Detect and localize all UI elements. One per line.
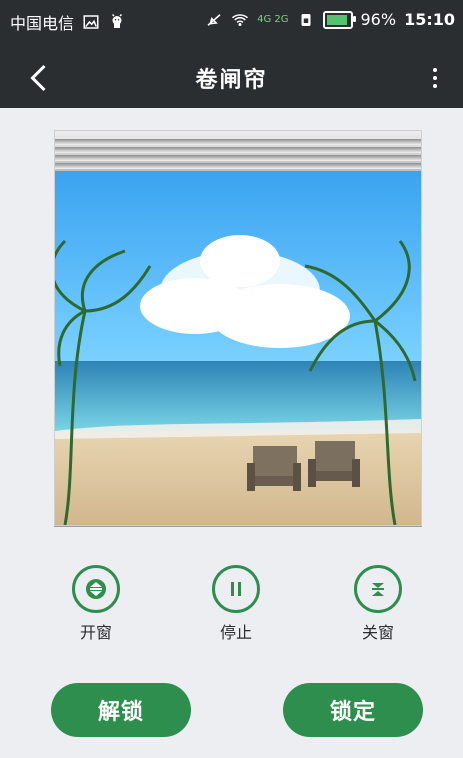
app-bar: 卷闸帘	[0, 48, 463, 108]
network-label: 4G 2G	[257, 13, 289, 25]
open-label: 开窗	[79, 623, 112, 642]
battery-percent: 96%	[360, 10, 397, 29]
shutter-preview	[54, 130, 422, 526]
beach-scene-image	[55, 171, 421, 525]
sim-icon	[301, 13, 310, 26]
time: 15:10	[404, 10, 455, 29]
close-label: 关窗	[361, 623, 394, 642]
chair-left	[247, 446, 301, 491]
unlock-button[interactable]: 解锁	[51, 683, 191, 737]
status-bar: 中国电信 4G 2G 96% 15:10	[0, 0, 463, 48]
page-title: 卷闸帘	[195, 68, 268, 93]
control-row: 开窗 停止 关窗	[0, 565, 463, 645]
do-not-disturb-icon	[207, 13, 221, 26]
roller-shutter	[55, 131, 421, 171]
open-button[interactable]	[72, 565, 120, 613]
more-vertical-icon	[433, 76, 437, 80]
stop-button[interactable]	[212, 565, 260, 613]
close-window-icon	[372, 583, 384, 596]
status-right: 4G 2G 96% 15:10	[205, 10, 455, 29]
status-left: 中国电信	[10, 10, 126, 34]
close-button[interactable]	[354, 565, 402, 613]
chair-right	[308, 441, 360, 487]
carrier-name: 中国电信	[10, 14, 75, 33]
close-control[interactable]: 关窗	[338, 565, 418, 643]
lock-button[interactable]: 锁定	[283, 683, 423, 737]
more-button[interactable]	[423, 62, 447, 94]
image-icon	[83, 15, 99, 29]
stop-control[interactable]: 停止	[196, 565, 276, 643]
battery-icon	[322, 10, 356, 29]
open-window-icon	[86, 579, 106, 599]
pause-icon	[231, 582, 241, 596]
open-control[interactable]: 开窗	[56, 565, 136, 643]
stop-label: 停止	[219, 623, 252, 642]
wifi-icon	[232, 13, 249, 26]
android-icon	[111, 13, 123, 28]
